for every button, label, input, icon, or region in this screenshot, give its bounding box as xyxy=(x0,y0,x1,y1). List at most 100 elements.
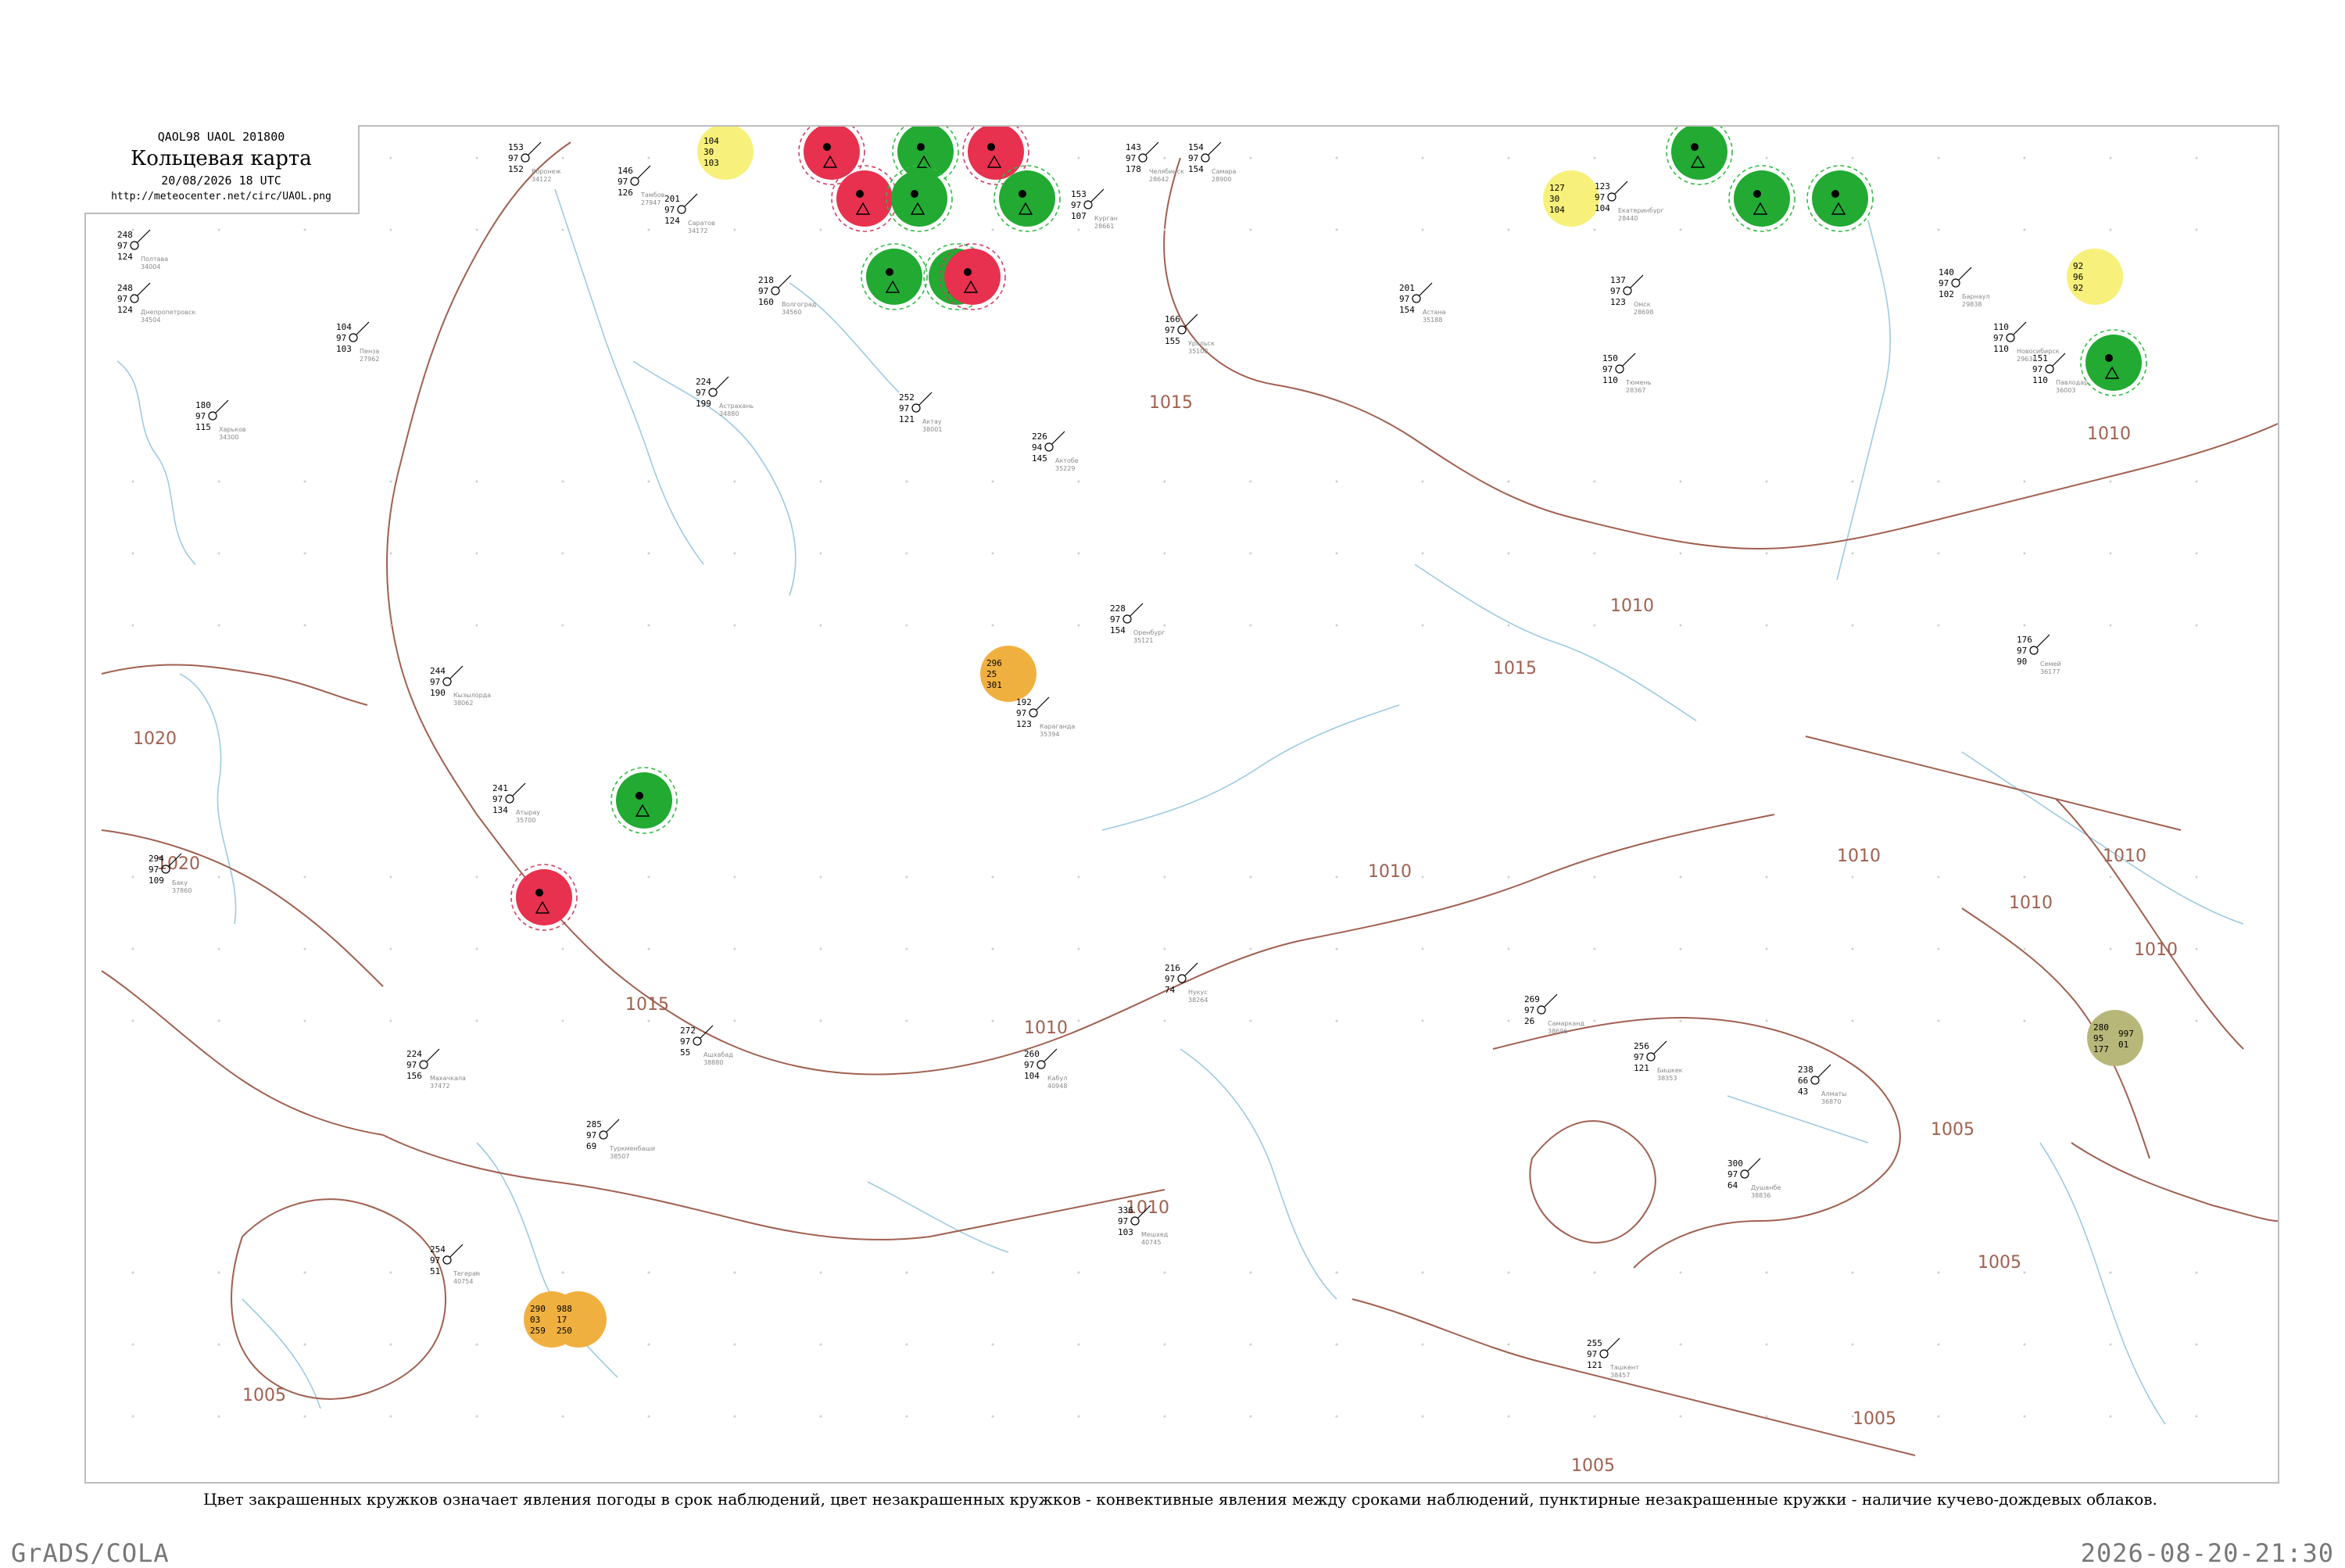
station-plot: 15397107 Курган28661 xyxy=(1071,188,1118,230)
grid-dot xyxy=(647,480,650,483)
isobar-line xyxy=(382,1134,931,1240)
station-id: 35188 xyxy=(1423,317,1442,324)
station-circle xyxy=(1029,708,1038,718)
wind-barb xyxy=(1606,1337,1620,1351)
grid-dot xyxy=(475,875,478,879)
station-pressure: 180 xyxy=(195,400,211,410)
station-temp: 97 xyxy=(680,1036,690,1047)
grid-dot xyxy=(1163,1019,1166,1022)
station-temp: 97 xyxy=(1399,294,1409,304)
grid-dot xyxy=(1163,875,1166,879)
station-pressure: 300 xyxy=(1727,1158,1743,1169)
station-name: Новосибирск xyxy=(2017,348,2060,355)
grid-dot xyxy=(389,1019,392,1022)
grid-dot xyxy=(389,156,392,159)
station-circle xyxy=(599,1130,608,1140)
grid-dot xyxy=(1937,480,1940,483)
grid-dot xyxy=(1937,1415,1940,1418)
grid-dot xyxy=(2195,624,2198,627)
grid-dot xyxy=(1593,947,1596,950)
grid-dot xyxy=(819,228,822,231)
station-pressure: 285 xyxy=(586,1119,602,1129)
station-dewpoint: 121 xyxy=(1634,1063,1649,1073)
station-id: 35229 xyxy=(1055,465,1075,472)
marker-temp: 30 xyxy=(1549,194,1559,204)
marker-disc xyxy=(968,127,1024,180)
grid-dot xyxy=(905,1415,908,1418)
river-line xyxy=(116,360,196,565)
wind-barb xyxy=(684,193,698,207)
station-circle xyxy=(1951,278,1960,288)
station-dewpoint: 55 xyxy=(680,1047,690,1058)
grid-dot xyxy=(1593,1271,1596,1274)
station-circle xyxy=(635,792,643,800)
wind-barb xyxy=(215,399,229,413)
station-pressure: 140 xyxy=(1939,267,1954,277)
grid-dot xyxy=(217,1271,220,1274)
station-temp: 97 xyxy=(2017,646,2027,656)
station-pressure: 238 xyxy=(1798,1065,1813,1075)
marker-dewpoint: 92 xyxy=(2073,283,2083,293)
grid-dot xyxy=(1507,480,1510,483)
grid-dot xyxy=(1937,624,1940,627)
station-id: 34004 xyxy=(141,263,160,270)
isobar-label: 1010 xyxy=(2103,847,2146,866)
grid-dot xyxy=(1937,1271,1940,1274)
station-name: Нукус xyxy=(1188,989,1208,996)
grid-dot xyxy=(2195,1343,2198,1346)
grid-dot xyxy=(561,480,564,483)
station-name: Барнаул xyxy=(1962,293,1989,300)
wind-barb xyxy=(1958,267,1972,281)
station-name: Оренбург xyxy=(1133,629,1165,636)
grid-dot xyxy=(1765,156,1768,159)
grid-dot xyxy=(131,1343,134,1346)
station-id: 29838 xyxy=(1962,301,1982,308)
grid-dot xyxy=(1679,480,1682,483)
grid-dot xyxy=(1851,480,1854,483)
station-name: Волгоград xyxy=(782,301,817,308)
station-plot: 2549751 Тегеран40754 xyxy=(430,1244,480,1285)
river-line xyxy=(1961,751,2244,925)
grid-dot xyxy=(2109,552,2112,555)
grid-dot xyxy=(561,552,564,555)
grid-dot xyxy=(991,480,994,483)
grid-dot xyxy=(389,1271,392,1274)
grid-dot xyxy=(1335,875,1338,879)
station-plot: 1769790 Семей36177 xyxy=(2017,634,2061,675)
isobar-line xyxy=(1633,1220,1760,1269)
grid-dot xyxy=(819,1415,822,1418)
station-plot: 2859769 Туркменбаши38507 xyxy=(586,1119,655,1160)
marker-disc xyxy=(1671,127,1727,180)
station-dewpoint: 51 xyxy=(430,1266,440,1276)
station-dewpoint: 104 xyxy=(1024,1071,1040,1081)
grid-dot xyxy=(131,552,134,555)
grid-dot xyxy=(2195,552,2198,555)
grid-dot xyxy=(1937,1019,1940,1022)
station-plot: 16697155 Уральск35108 xyxy=(1165,313,1215,355)
station-plot: 25597121 Ташкент38457 xyxy=(1587,1337,1639,1379)
station-name: Пенза xyxy=(360,348,379,355)
station-name: Душанбе xyxy=(1751,1184,1781,1191)
grid-dot xyxy=(2109,156,2112,159)
station-plot: 22694145 Актобе35229 xyxy=(1032,431,1079,472)
grid-dot xyxy=(1937,1343,1940,1346)
station-plot: 11097110 Новосибирск29634 xyxy=(1993,321,2060,363)
station-id: 38457 xyxy=(1610,1372,1630,1379)
station-pressure: 244 xyxy=(430,666,446,676)
station-circle xyxy=(693,1036,702,1046)
grid-dot xyxy=(819,480,822,483)
station-circle xyxy=(1122,614,1132,624)
grid-dot xyxy=(647,624,650,627)
station-dewpoint: 107 xyxy=(1071,211,1087,221)
grid-dot xyxy=(2195,480,2198,483)
grid-dot xyxy=(647,1415,650,1418)
station-pressure: 153 xyxy=(508,142,524,152)
river-line xyxy=(1101,704,1400,831)
marker-temp: 96 xyxy=(2073,272,2083,282)
station-pressure: 176 xyxy=(2017,635,2032,645)
station-name: Мешхед xyxy=(1141,1231,1169,1238)
station-pressure: 336 xyxy=(1118,1205,1133,1215)
station-id: 38001 xyxy=(922,426,942,433)
wind-barb xyxy=(1184,313,1198,328)
grid-dot xyxy=(1851,156,1854,159)
